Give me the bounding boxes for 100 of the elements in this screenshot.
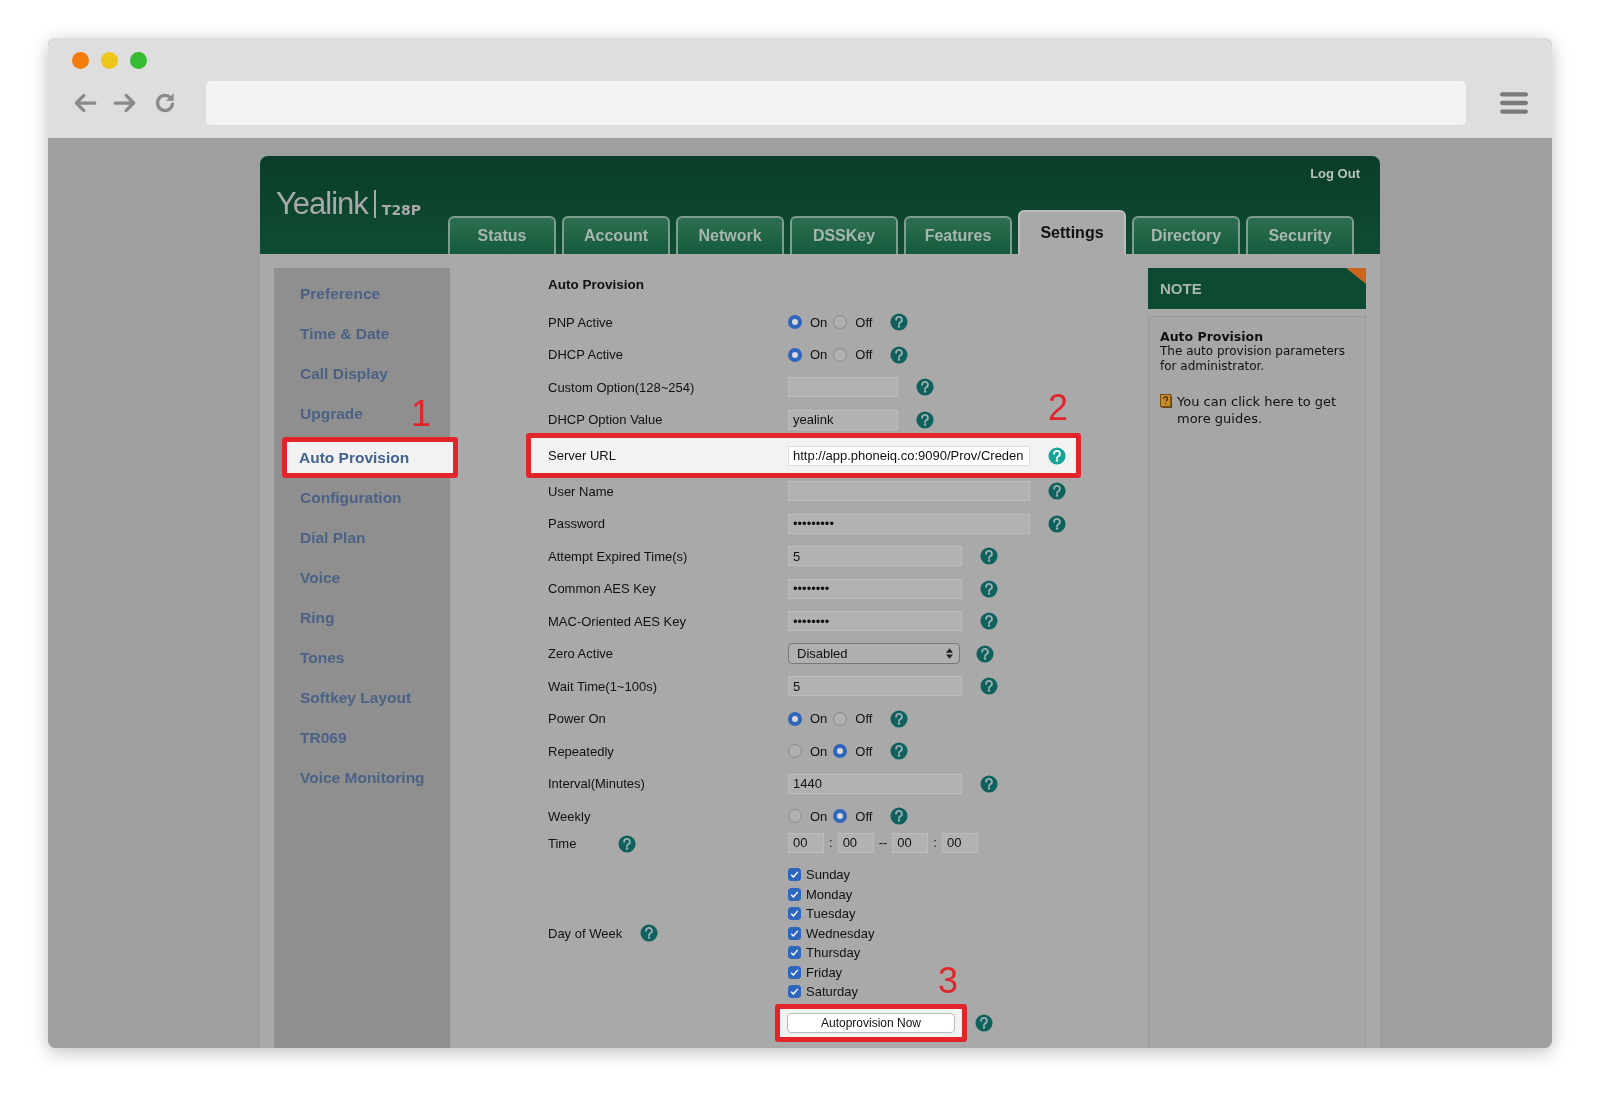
radio-label: Off — [855, 314, 873, 330]
help-icon[interactable] — [890, 345, 909, 364]
nav-tab[interactable]: Settings — [1018, 210, 1126, 254]
radio-label: On — [810, 347, 828, 363]
input-field[interactable]: http://app.phoneiq.co:9090/Prov/Creden — [788, 445, 1030, 466]
input-field[interactable]: 1440 — [788, 773, 962, 794]
checkbox-label: Friday — [806, 964, 843, 980]
input-field[interactable]: ••••••••• — [788, 513, 1030, 534]
help-icon[interactable] — [890, 313, 909, 332]
sidebar-item[interactable]: Preference — [300, 280, 381, 307]
sidebar-item[interactable]: Ring — [300, 604, 335, 631]
input-field[interactable]: yealink — [788, 409, 898, 430]
sidebar-item[interactable]: Softkey Layout — [300, 684, 412, 711]
radio-button[interactable] — [788, 347, 802, 362]
model-label: T28P — [381, 202, 422, 218]
help-book-icon — [1160, 394, 1173, 409]
help-icon[interactable] — [890, 709, 909, 728]
sidebar-item[interactable]: Tones — [300, 644, 345, 671]
radio-label: Off — [855, 743, 873, 759]
autoprovision-button[interactable]: Autoprovision Now — [787, 1012, 955, 1033]
checkbox[interactable] — [788, 985, 801, 999]
time-separator: : — [829, 835, 833, 850]
guides-link[interactable]: You can click here to get more guides. — [1177, 393, 1354, 427]
field-label: Common AES Key — [548, 581, 656, 597]
radio-button[interactable] — [833, 809, 848, 824]
radio-button[interactable] — [788, 315, 802, 330]
help-icon[interactable] — [1048, 514, 1066, 533]
help-icon[interactable] — [916, 378, 934, 397]
help-icon[interactable] — [916, 410, 934, 429]
nav-tab[interactable]: Status — [448, 216, 556, 254]
zoom-dot[interactable] — [130, 52, 147, 69]
sidebar-item[interactable]: Upgrade — [300, 400, 363, 427]
help-icon[interactable] — [980, 677, 998, 696]
sidebar-item[interactable]: Auto Provision — [287, 442, 453, 473]
note-title: NOTE — [1160, 280, 1202, 297]
help-icon[interactable] — [976, 644, 994, 663]
help-icon[interactable] — [890, 742, 909, 761]
nav-tab[interactable]: Directory — [1132, 216, 1240, 254]
time-field[interactable]: 00 — [941, 832, 978, 853]
sidebar-item[interactable]: Voice — [300, 564, 341, 591]
dropdown[interactable]: Disabled — [788, 643, 960, 665]
radio-button[interactable] — [833, 347, 848, 362]
sidebar-item[interactable]: TR069 — [300, 724, 347, 751]
field-label: Day of Week — [548, 925, 623, 941]
field-label: Wait Time(1~100s) — [548, 678, 657, 694]
help-icon[interactable] — [618, 834, 637, 853]
field-label: Weekly — [548, 808, 591, 824]
time-field[interactable]: 00 — [892, 832, 929, 853]
help-icon[interactable] — [1048, 446, 1066, 465]
nav-tab[interactable]: Account — [562, 216, 670, 254]
radio-button[interactable] — [788, 744, 802, 759]
time-separator: : — [933, 835, 937, 850]
checkbox[interactable] — [788, 907, 801, 921]
checkbox-label: Saturday — [806, 984, 859, 1000]
input-field[interactable]: •••••••• — [788, 611, 962, 632]
radio-button[interactable] — [788, 809, 802, 824]
help-icon[interactable] — [980, 774, 998, 793]
field-label: DHCP Option Value — [548, 412, 663, 428]
updown-arrows-icon — [946, 648, 953, 660]
nav-tab[interactable]: Features — [904, 216, 1012, 254]
radio-button[interactable] — [833, 711, 848, 726]
sidebar-item[interactable]: Voice Monitoring — [300, 764, 425, 791]
input-field[interactable]: 5 — [788, 676, 962, 697]
help-icon[interactable] — [890, 807, 909, 826]
nav-tab[interactable]: DSSKey — [790, 216, 898, 254]
radio-label: Off — [855, 711, 873, 727]
radio-label: Off — [855, 808, 873, 824]
field-label: Zero Active — [548, 646, 614, 662]
input-field[interactable]: 5 — [788, 546, 962, 567]
field-label: User Name — [548, 483, 614, 499]
field-label: Time — [548, 836, 577, 851]
sidebar-item[interactable]: Call Display — [300, 360, 388, 387]
time-field[interactable]: 00 — [837, 832, 874, 853]
help-icon[interactable] — [975, 1013, 993, 1032]
nav-tab[interactable]: Security — [1246, 216, 1354, 254]
field-label: MAC-Oriented AES Key — [548, 613, 686, 629]
help-icon[interactable] — [640, 924, 659, 943]
checkbox[interactable] — [788, 946, 801, 960]
logout-link[interactable]: Log Out — [1310, 166, 1360, 181]
checkbox[interactable] — [788, 965, 801, 979]
help-icon[interactable] — [980, 579, 998, 598]
time-field[interactable]: 00 — [788, 832, 824, 853]
help-icon[interactable] — [980, 612, 998, 631]
sidebar-item[interactable]: Time & Date — [300, 320, 390, 347]
close-dot[interactable] — [72, 52, 89, 69]
menu-icon[interactable] — [1500, 90, 1528, 116]
nav-tab[interactable]: Network — [676, 216, 784, 254]
input-field[interactable]: •••••••• — [788, 578, 962, 599]
checkbox[interactable] — [788, 887, 801, 901]
help-icon[interactable] — [1048, 482, 1066, 501]
radio-button[interactable] — [788, 711, 802, 726]
checkbox-label: Monday — [806, 886, 853, 902]
checkbox[interactable] — [788, 926, 801, 940]
sidebar-item[interactable]: Configuration — [300, 484, 402, 511]
radio-button[interactable] — [833, 744, 848, 759]
minimize-dot[interactable] — [101, 52, 118, 69]
radio-button[interactable] — [833, 315, 848, 330]
sidebar-item[interactable]: Dial Plan — [300, 524, 366, 551]
help-icon[interactable] — [980, 547, 998, 566]
checkbox[interactable] — [788, 868, 801, 882]
